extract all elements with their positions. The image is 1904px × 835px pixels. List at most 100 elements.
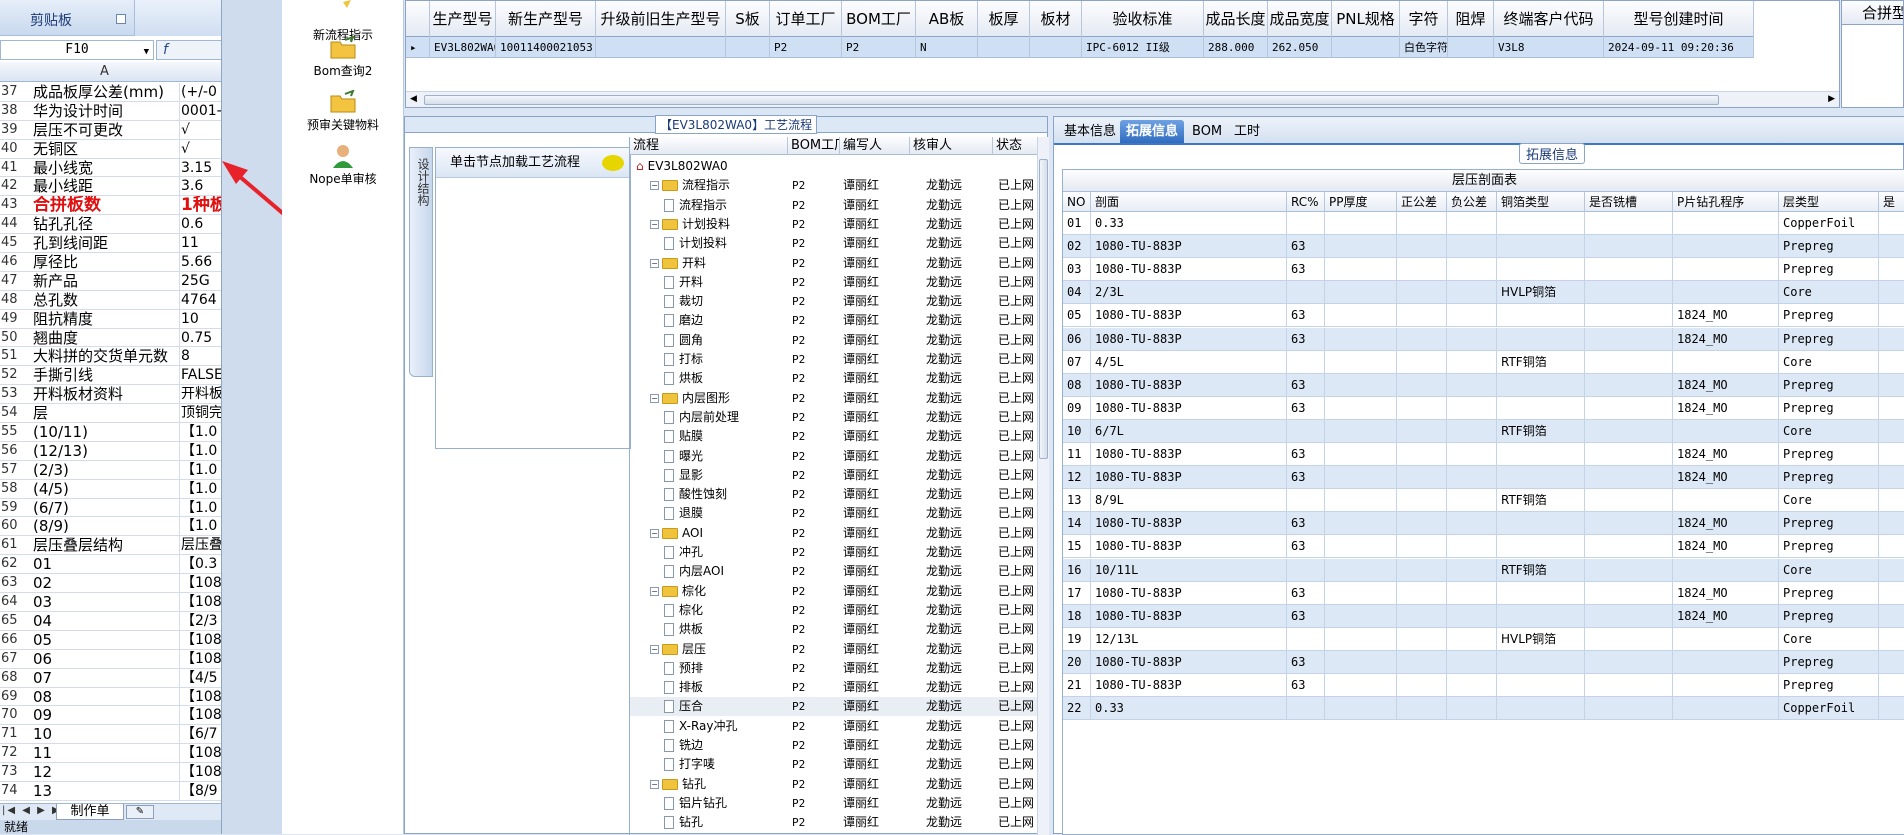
stackup-cell[interactable]: 0.33: [1091, 697, 1287, 720]
stackup-cell[interactable]: 63: [1287, 374, 1325, 397]
stackup-cell[interactable]: 63: [1287, 651, 1325, 674]
tree-node[interactable]: 内层前处理: [630, 408, 788, 427]
stackup-cell[interactable]: [1497, 374, 1585, 397]
stackup-cell[interactable]: Prepreg: [1779, 304, 1879, 327]
stackup-cell[interactable]: [1673, 559, 1779, 582]
stackup-cell[interactable]: Core: [1779, 489, 1879, 512]
cell-b[interactable]: 10: [181, 310, 222, 328]
scroll-thumb[interactable]: [424, 95, 1719, 105]
stackup-cell[interactable]: 1080-TU-883P: [1091, 605, 1287, 628]
column-header[interactable]: AB板: [916, 1, 978, 37]
stackup-cell[interactable]: [1325, 697, 1397, 720]
stackup-cell[interactable]: Prepreg: [1779, 605, 1879, 628]
stackup-cell[interactable]: 63: [1287, 674, 1325, 697]
cell-a[interactable]: 08: [33, 688, 180, 706]
stackup-cell[interactable]: [1879, 605, 1904, 628]
stackup-cell[interactable]: 06: [1063, 328, 1091, 351]
tree-row[interactable]: 内层AOIP2谭丽红龙勤远已上网: [630, 562, 1040, 581]
stackup-cell[interactable]: [1397, 235, 1447, 258]
cell-b[interactable]: 【1.0: [181, 423, 222, 441]
cell-b[interactable]: 【108: [181, 593, 222, 611]
stackup-cell[interactable]: [1325, 674, 1397, 697]
stackup-cell[interactable]: [1879, 420, 1904, 443]
column-header[interactable]: 新生产型号: [496, 1, 596, 37]
stackup-cell[interactable]: 1080-TU-883P: [1091, 582, 1287, 605]
stackup-cell[interactable]: 07: [1063, 351, 1091, 374]
cell-b[interactable]: 3.6: [181, 177, 222, 195]
row-number[interactable]: 71: [0, 725, 28, 743]
row-number[interactable]: 61: [0, 536, 28, 554]
row-number[interactable]: 66: [0, 631, 28, 649]
row-number[interactable]: 38: [0, 102, 28, 120]
cell-b[interactable]: 【0.3: [181, 555, 222, 573]
stackup-cell[interactable]: 19: [1063, 628, 1091, 651]
cell-a[interactable]: 层: [33, 404, 180, 422]
stackup-cell[interactable]: 4/5L: [1091, 351, 1287, 374]
stackup-row[interactable]: 042/3LHVLP铜箔Core: [1063, 281, 1904, 304]
tree-row[interactable]: 退膜P2谭丽红龙勤远已上网: [630, 504, 1040, 523]
tree-row[interactable]: ⌂EV3L802WA0: [630, 157, 1040, 176]
tree-row[interactable]: 铣边P2谭丽红龙勤远已上网: [630, 736, 1040, 755]
stackup-cell[interactable]: Prepreg: [1779, 674, 1879, 697]
stackup-cell[interactable]: [1447, 304, 1497, 327]
stackup-cell[interactable]: 11: [1063, 443, 1091, 466]
stackup-cell[interactable]: [1497, 397, 1585, 420]
new-sheet-icon[interactable]: ✎: [126, 805, 154, 819]
tree-column-header[interactable]: 编写人: [840, 137, 910, 155]
horizontal-scrollbar[interactable]: ◀ ▶: [406, 91, 1839, 107]
stackup-cell[interactable]: Prepreg: [1779, 582, 1879, 605]
name-box[interactable]: F10▼: [0, 40, 154, 60]
stackup-cell[interactable]: [1585, 374, 1673, 397]
stackup-cell[interactable]: [1287, 351, 1325, 374]
stackup-cell[interactable]: [1325, 304, 1397, 327]
stackup-column-header[interactable]: 是: [1879, 192, 1904, 212]
tree-node[interactable]: 压合: [630, 697, 788, 716]
stackup-cell[interactable]: 63: [1287, 535, 1325, 558]
cell-b[interactable]: 3.15: [181, 159, 222, 177]
stackup-row[interactable]: 051080-TU-883P631824_MOPrepreg: [1063, 304, 1904, 327]
stackup-row[interactable]: 074/5LRTF铜箔Core: [1063, 351, 1904, 374]
stackup-cell[interactable]: [1325, 397, 1397, 420]
row-selector[interactable]: ▸: [406, 37, 430, 58]
cell-b[interactable]: 开料板: [181, 385, 222, 403]
grid-cell[interactable]: [978, 37, 1030, 58]
column-header[interactable]: 升级前旧生产型号: [596, 1, 726, 37]
tree-row[interactable]: 预排P2谭丽红龙勤远已上网: [630, 659, 1040, 678]
cell-a[interactable]: 05: [33, 631, 180, 649]
row-number[interactable]: 65: [0, 612, 28, 630]
stackup-cell[interactable]: [1673, 489, 1779, 512]
cell-b[interactable]: 【108: [181, 574, 222, 592]
stackup-cell[interactable]: [1325, 351, 1397, 374]
stackup-cell[interactable]: 1080-TU-883P: [1091, 397, 1287, 420]
tree-node[interactable]: 圆角: [630, 331, 788, 350]
stackup-row[interactable]: 138/9LRTF铜箔Core: [1063, 489, 1904, 512]
cell-a[interactable]: 03: [33, 593, 180, 611]
row-number[interactable]: 52: [0, 366, 28, 384]
stackup-cell[interactable]: [1585, 605, 1673, 628]
stackup-cell[interactable]: [1673, 420, 1779, 443]
tree-node[interactable]: 打字唛: [630, 755, 788, 774]
stackup-cell[interactable]: [1397, 489, 1447, 512]
tab-1[interactable]: 拓展信息: [1120, 120, 1184, 143]
stackup-cell[interactable]: [1397, 605, 1447, 628]
stackup-cell[interactable]: [1879, 535, 1904, 558]
stackup-cell[interactable]: 02: [1063, 235, 1091, 258]
row-number[interactable]: 51: [0, 347, 28, 365]
stackup-cell[interactable]: [1287, 420, 1325, 443]
row-number[interactable]: 55: [0, 423, 28, 441]
cell-a[interactable]: 01: [33, 555, 180, 573]
tree-row[interactable]: −AOIP2谭丽红龙勤远已上网: [630, 524, 1040, 543]
stackup-cell[interactable]: [1497, 605, 1585, 628]
stackup-cell[interactable]: [1325, 212, 1397, 235]
stackup-column-header[interactable]: NO: [1063, 192, 1091, 212]
stackup-cell[interactable]: [1673, 235, 1779, 258]
tree-node[interactable]: 铝片钻孔: [630, 794, 788, 813]
tree-row[interactable]: 曝光P2谭丽红龙勤远已上网: [630, 447, 1040, 466]
cell-a[interactable]: 06: [33, 650, 180, 668]
model-grid-row[interactable]: ▸EV3L802WA010011400021053P2P2NIPC-6012 I…: [406, 37, 1754, 58]
tree-row[interactable]: 压合P2谭丽红龙勤远已上网: [630, 697, 1040, 716]
dialog-launcher-icon[interactable]: [116, 14, 126, 24]
cell-b[interactable]: 0.6: [181, 215, 222, 233]
stackup-cell[interactable]: 63: [1287, 397, 1325, 420]
stackup-cell[interactable]: [1879, 489, 1904, 512]
